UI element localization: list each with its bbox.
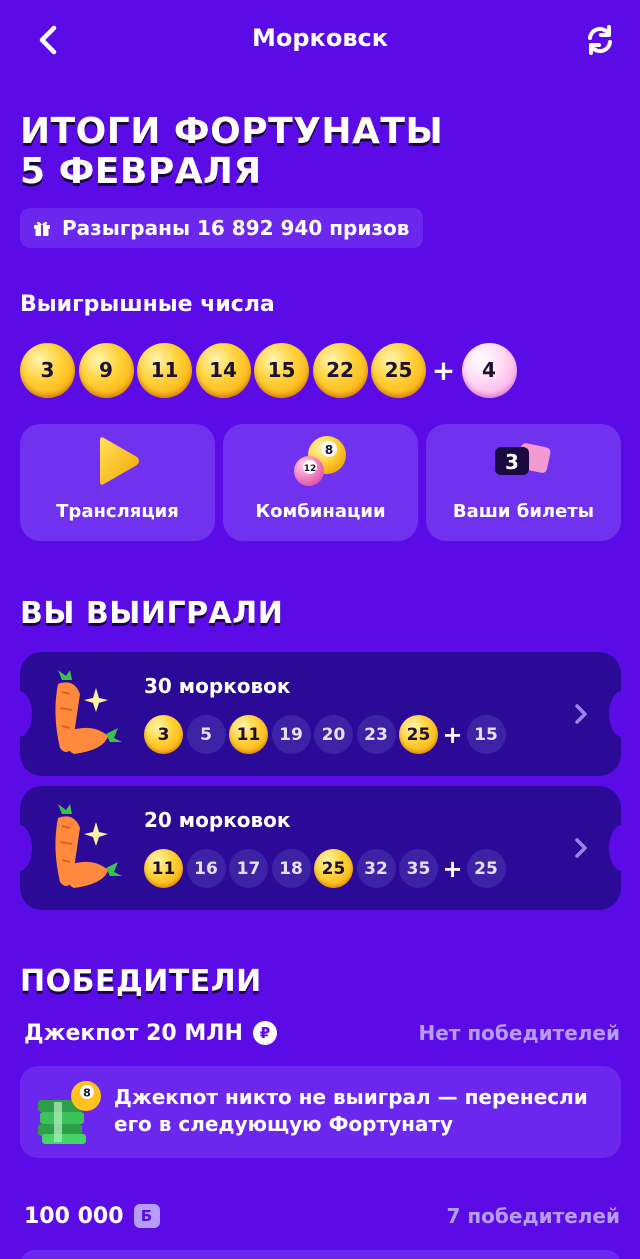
action-cards: Трансляция 8 12 Комбинации 3 Ваши билеты	[20, 424, 621, 541]
refresh-button[interactable]	[580, 20, 620, 60]
headline-line-1: ИТОГИ ФОРТУНАТЫ	[20, 111, 444, 152]
play-icon	[99, 437, 139, 485]
ticket-ball: 5	[186, 715, 226, 754]
prizes-count-badge: Разыграны 16 892 940 призов	[20, 208, 424, 248]
jackpot-label: Джекпот 20 МЛН	[24, 1020, 243, 1046]
ticket-bonus-ball: 15	[466, 715, 506, 754]
chevron-right-icon	[571, 834, 591, 862]
ticket-prize: 20 морковок	[144, 808, 291, 832]
combinations-card[interactable]: 8 12 Комбинации	[223, 424, 418, 541]
winning-ball: 22	[312, 342, 368, 398]
plus-sign: +	[442, 854, 463, 883]
refresh-icon	[588, 25, 612, 55]
ticket-ball: 11	[229, 715, 268, 754]
gift-icon	[34, 221, 50, 236]
tickets-count: 3	[505, 450, 519, 474]
tier-2-row: 100 000 Б 7 победителей	[24, 1198, 620, 1234]
svg-text:12: 12	[303, 464, 316, 474]
money-stack-icon: 8	[38, 1081, 101, 1144]
chevron-right-icon	[571, 700, 591, 728]
combinations-label: Комбинации	[255, 501, 386, 522]
prizes-count-text: Разыграны 16 892 940 призов	[62, 216, 410, 240]
winning-ball: 25	[371, 342, 426, 398]
broadcast-card[interactable]: Трансляция	[20, 424, 215, 541]
ticket-ball: 3	[144, 715, 183, 754]
ticket-bonus-ball: 25	[466, 849, 506, 888]
ticket-ball: 11	[144, 849, 183, 888]
jackpot-info-card: 8 Джекпот никто не выиграл — перенесли е…	[20, 1066, 621, 1158]
lottery-balls-icon: 8 12	[293, 436, 346, 486]
winning-ball: 14	[195, 342, 251, 398]
jackpot-note: Джекпот никто не выиграл — перенесли его…	[114, 1085, 588, 1136]
ticket-prize: 30 морковок	[144, 674, 291, 698]
winning-ticket[interactable]: 20 морковок 11 16 17 18 25 32 35 + 25	[6, 786, 635, 910]
broadcast-label: Трансляция	[56, 501, 179, 522]
winning-ticket[interactable]: 30 морковок 3 5 11 19 20 23 25 + 15	[6, 652, 635, 776]
ticket-numbers: 11 16 17 18 25 32 35 + 25	[144, 849, 509, 888]
winning-numbers-label: Выигрышные числа	[20, 292, 275, 317]
svg-text:8: 8	[324, 443, 332, 457]
draw-results-headline: ИТОГИ ФОРТУНАТЫ 5 ФЕВРАЛЯ	[20, 112, 443, 192]
plus-sign: +	[442, 720, 463, 749]
tier-2-amount: 100 000	[24, 1203, 124, 1229]
winning-ball: 3	[20, 342, 75, 398]
ticket-ball: 23	[356, 715, 396, 754]
ruble-icon: ₽	[252, 1021, 277, 1045]
ticket-ball: 20	[314, 715, 353, 754]
your-tickets-card[interactable]: 3 Ваши билеты	[426, 424, 621, 541]
winning-numbers: 3 9 11 14 15 22 25 + 4	[20, 342, 520, 398]
winning-ball: 15	[254, 342, 309, 398]
ticket-ball: 19	[271, 715, 311, 754]
winning-ball: 11	[137, 342, 192, 398]
ticket-ball: 17	[229, 849, 268, 888]
your-tickets-label: Ваши билеты	[452, 501, 595, 522]
carrot-icon	[55, 804, 122, 888]
ticket-numbers: 3 5 11 19 20 23 25 + 15	[144, 715, 509, 754]
bonus-currency-icon: Б	[133, 1204, 160, 1228]
top-bar: Морковск	[0, 0, 640, 80]
ticket-ball: 25	[314, 849, 353, 888]
you-won-heading: ВЫ ВЫИГРАЛИ	[20, 596, 284, 631]
headline-line-2: 5 ФЕВРАЛЯ	[20, 151, 262, 192]
tier-2-status: 7 победителей	[446, 1204, 620, 1228]
jackpot-status: Нет победителей	[418, 1021, 621, 1045]
winning-ball: 9	[78, 342, 134, 398]
plus-sign: +	[431, 353, 456, 387]
ticket-ball: 35	[399, 849, 438, 888]
bonus-ball: 4	[461, 342, 517, 398]
page-title: Морковск	[251, 24, 389, 52]
winners-heading: ПОБЕДИТЕЛИ	[20, 964, 262, 999]
jackpot-row: Джекпот 20 МЛН ₽ Нет победителей	[24, 1015, 620, 1051]
ticket-ball: 32	[356, 849, 396, 888]
ticket-icon: 3	[494, 443, 550, 475]
ticket-ball: 25	[399, 715, 438, 754]
ticket-ball: 16	[186, 849, 226, 888]
next-card	[20, 1250, 621, 1259]
ticket-ball: 18	[271, 849, 311, 888]
svg-text:8: 8	[83, 1087, 91, 1100]
carrot-icon	[55, 670, 122, 754]
